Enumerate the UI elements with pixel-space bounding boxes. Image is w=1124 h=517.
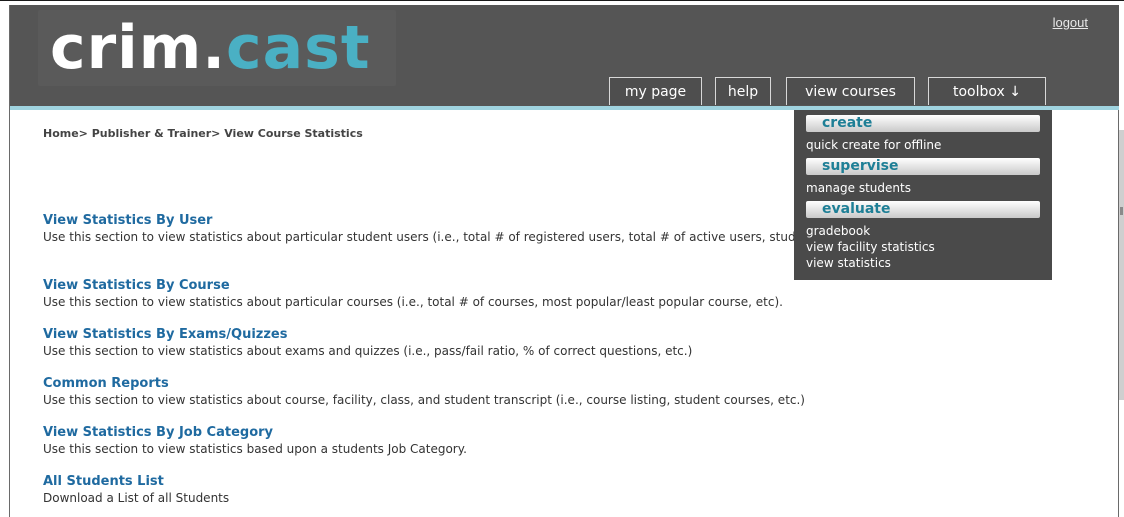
section-link-common-reports[interactable]: Common Reports	[43, 376, 1073, 392]
section-link-statistics-by-course[interactable]: View Statistics By Course	[43, 278, 1073, 294]
menu-section-supervise: supervise	[806, 158, 1040, 175]
scroll-thumb-marker	[1120, 207, 1123, 215]
tab-view-courses[interactable]: view courses	[786, 77, 915, 105]
logout-link[interactable]: logout	[1053, 15, 1088, 30]
tab-help[interactable]: help	[715, 77, 771, 105]
menu-item-view-facility-statistics[interactable]: view facility statistics	[806, 240, 935, 255]
section-description: Use this section to view statistics base…	[43, 442, 467, 456]
menu-section-evaluate: evaluate	[806, 201, 1040, 218]
menu-item-gradebook[interactable]: gradebook	[806, 224, 870, 239]
menu-section-create: create	[806, 115, 1040, 132]
breadcrumb: Home> Publisher & Trainer> View Course S…	[43, 127, 363, 140]
vertical-scrollbar[interactable]	[1119, 130, 1124, 400]
section-statistics-by-job-category: View Statistics By Job Category Use this…	[43, 425, 1073, 457]
section-link-statistics-by-job-category[interactable]: View Statistics By Job Category	[43, 425, 1073, 441]
section-link-statistics-by-exams[interactable]: View Statistics By Exams/Quizzes	[43, 327, 1073, 343]
section-statistics-by-course: View Statistics By Course Use this secti…	[43, 278, 1073, 310]
menu-item-manage-students[interactable]: manage students	[806, 181, 911, 196]
menu-item-view-statistics[interactable]: view statistics	[806, 256, 891, 271]
tab-my-page[interactable]: my page	[609, 77, 702, 105]
menu-item-quick-create-offline[interactable]: quick create for offline	[806, 138, 941, 153]
logo-text-crim: crim.	[50, 13, 227, 83]
section-link-all-students-list[interactable]: All Students List	[43, 474, 1073, 490]
section-description: Use this section to view statistics abou…	[43, 393, 805, 407]
tab-toolbox[interactable]: toolbox ↓	[928, 77, 1046, 105]
logo-text-cast: cast	[226, 13, 371, 83]
section-common-reports: Common Reports Use this section to view …	[43, 376, 1073, 408]
section-description: Use this section to view statistics abou…	[43, 344, 693, 358]
top-rule	[0, 0, 1124, 1]
toolbox-dropdown-menu: create quick create for offline supervis…	[794, 110, 1052, 280]
section-description: Use this section to view statistics abou…	[43, 295, 783, 309]
section-statistics-by-exams: View Statistics By Exams/Quizzes Use thi…	[43, 327, 1073, 359]
section-all-students-list: All Students List Download a List of all…	[43, 474, 1073, 506]
site-logo[interactable]: crim.cast	[38, 10, 396, 86]
section-description: Download a List of all Students	[43, 491, 230, 505]
